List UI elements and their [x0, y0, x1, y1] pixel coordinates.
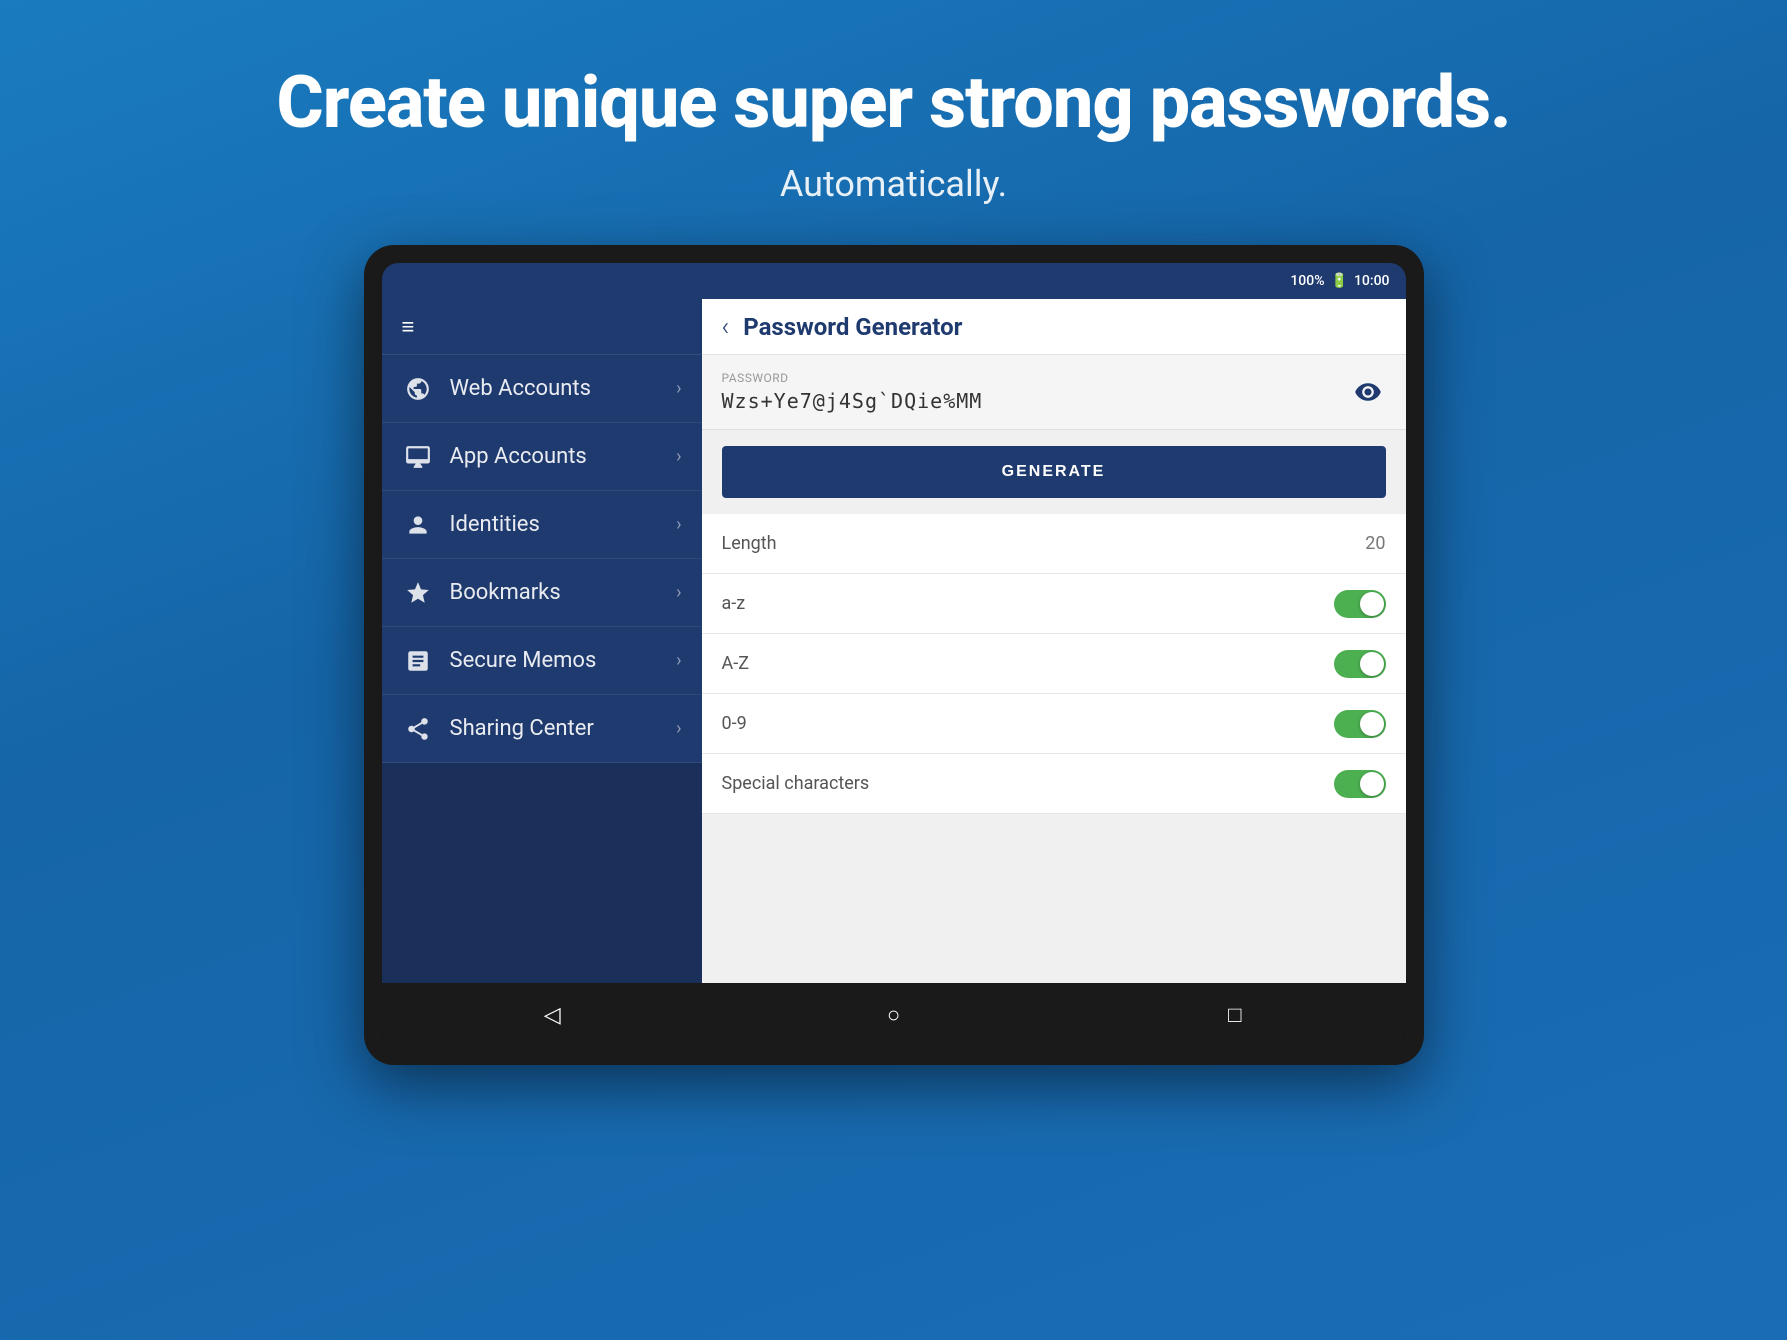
sidebar-item-identities[interactable]: Identities › — [382, 491, 702, 559]
password-field-label: PASSWORD — [722, 371, 1350, 385]
chevron-right-icon: › — [676, 650, 681, 671]
generate-button[interactable]: GENERATE — [722, 446, 1386, 498]
star-icon — [402, 577, 434, 609]
sidebar-item-secure-memos[interactable]: Secure Memos › — [382, 627, 702, 695]
toggle-visibility-button[interactable] — [1350, 374, 1386, 410]
digits-label: 0-9 — [722, 713, 747, 734]
sidebar-label-secure-memos: Secure Memos — [450, 648, 677, 673]
sidebar-header[interactable]: ≡ — [382, 299, 702, 355]
length-value: 20 — [1365, 533, 1385, 554]
globe-icon — [402, 373, 434, 405]
share-icon — [402, 713, 434, 745]
chevron-right-icon: › — [676, 718, 681, 739]
nav-back-button[interactable]: ◁ — [522, 995, 582, 1035]
bottom-navigation: ◁ ○ □ — [382, 983, 1406, 1047]
sidebar-label-sharing-center: Sharing Center — [450, 716, 677, 741]
option-row-uppercase[interactable]: A-Z — [702, 634, 1406, 694]
person-icon — [402, 509, 434, 541]
option-row-lowercase[interactable]: a-z — [702, 574, 1406, 634]
chevron-right-icon: › — [676, 582, 681, 603]
uppercase-toggle[interactable] — [1334, 650, 1386, 678]
option-row-digits[interactable]: 0-9 — [702, 694, 1406, 754]
app-area: ≡ Web Accounts › App Accounts › — [382, 299, 1406, 983]
page-title: Password Generator — [743, 313, 962, 341]
nav-home-button[interactable]: ○ — [863, 995, 923, 1035]
chevron-right-icon: › — [676, 446, 681, 467]
hamburger-icon[interactable]: ≡ — [402, 314, 415, 340]
sidebar-label-identities: Identities — [450, 512, 677, 537]
main-header: ‹ Password Generator — [702, 299, 1406, 355]
option-row-length[interactable]: Length 20 — [702, 514, 1406, 574]
sidebar: ≡ Web Accounts › App Accounts › — [382, 299, 702, 983]
sidebar-item-bookmarks[interactable]: Bookmarks › — [382, 559, 702, 627]
main-content: ‹ Password Generator PASSWORD Wzs+Ye7@j4… — [702, 299, 1406, 983]
chevron-right-icon: › — [676, 514, 681, 535]
sidebar-label-web-accounts: Web Accounts — [450, 376, 677, 401]
password-section: PASSWORD Wzs+Ye7@j4Sg`DQie%MM — [702, 355, 1406, 430]
option-row-special[interactable]: Special characters — [702, 754, 1406, 814]
lowercase-toggle[interactable] — [1334, 590, 1386, 618]
special-toggle[interactable] — [1334, 770, 1386, 798]
memo-icon — [402, 645, 434, 677]
password-block: PASSWORD Wzs+Ye7@j4Sg`DQie%MM — [722, 371, 1350, 413]
main-body: PASSWORD Wzs+Ye7@j4Sg`DQie%MM GENERATE — [702, 355, 1406, 983]
special-label: Special characters — [722, 773, 870, 794]
battery-status: 100% — [1290, 273, 1324, 289]
hero-title: Create unique super strong passwords. — [277, 60, 1511, 145]
password-value: Wzs+Ye7@j4Sg`DQie%MM — [722, 389, 1350, 413]
hero-section: Create unique super strong passwords. Au… — [277, 0, 1511, 245]
tablet-screen: 100% 🔋 10:00 ≡ Web Accounts › — [382, 263, 1406, 1047]
length-label: Length — [722, 533, 777, 554]
nav-recent-button[interactable]: □ — [1205, 995, 1265, 1035]
sidebar-item-sharing-center[interactable]: Sharing Center › — [382, 695, 702, 763]
sidebar-item-web-accounts[interactable]: Web Accounts › — [382, 355, 702, 423]
hero-subtitle: Automatically. — [277, 163, 1511, 205]
clock: 10:00 — [1354, 273, 1390, 289]
back-button[interactable]: ‹ — [722, 312, 730, 342]
monitor-icon — [402, 441, 434, 473]
uppercase-label: A-Z — [722, 653, 750, 674]
digits-toggle[interactable] — [1334, 710, 1386, 738]
sidebar-bottom-fill — [382, 763, 702, 983]
sidebar-item-app-accounts[interactable]: App Accounts › — [382, 423, 702, 491]
sidebar-label-app-accounts: App Accounts — [450, 444, 677, 469]
battery-icon: 🔋 — [1331, 273, 1348, 289]
tablet-device: 100% 🔋 10:00 ≡ Web Accounts › — [364, 245, 1424, 1065]
sidebar-label-bookmarks: Bookmarks — [450, 580, 677, 605]
chevron-right-icon: › — [676, 378, 681, 399]
status-bar: 100% 🔋 10:00 — [382, 263, 1406, 299]
lowercase-label: a-z — [722, 593, 746, 614]
